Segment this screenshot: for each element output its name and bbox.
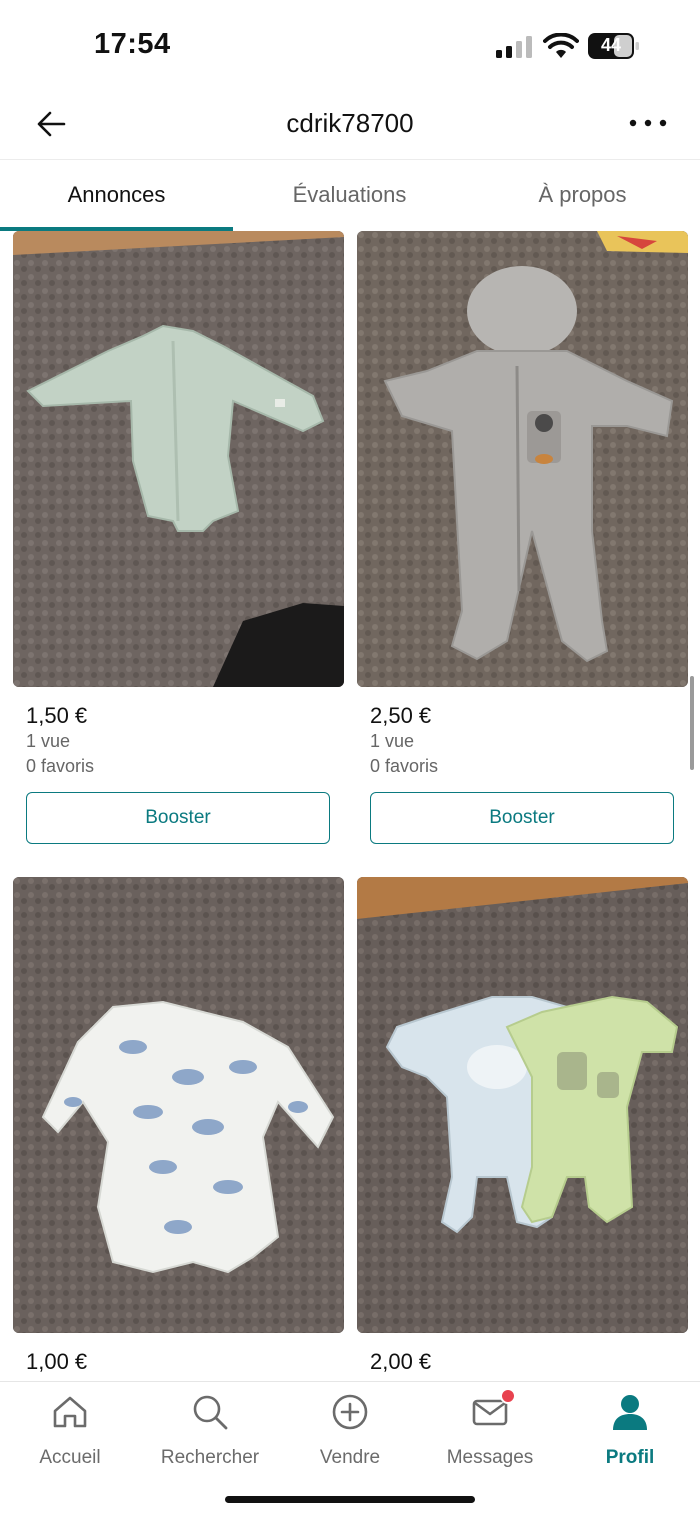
tab-a-propos[interactable]: À propos [466,160,699,232]
nav-label: Accueil [39,1447,101,1468]
sloth-bodysuit-photo [13,877,344,1333]
notification-badge [500,1388,516,1404]
nav-accueil[interactable]: Accueil [0,1392,140,1472]
search-icon [193,1395,228,1430]
wifi-icon [543,33,579,58]
listing-card[interactable]: 2,50 € 1 vue 0 favoris Booster [357,231,688,851]
status-bar: 17:54 44 [0,0,700,90]
nav-label: Rechercher [160,1447,260,1468]
listing-card[interactable]: 1,00 € [13,877,344,1381]
listing-price: 1,00 € [26,1349,88,1374]
nav-vendre[interactable]: Vendre [280,1392,420,1472]
profile-username: cdrik78700 [286,108,414,138]
listing-price: 2,00 € [370,1349,432,1374]
battery-indicator: 44 [588,33,640,59]
mint-bodysuit-photo [13,231,344,687]
listing-price: 1,50 € [26,703,88,728]
nav-label: Vendre [319,1447,381,1468]
listing-photo[interactable] [357,877,688,1333]
nav-label: Messages [446,1447,534,1468]
booster-button[interactable]: Booster [26,792,330,844]
listing-photo[interactable] [13,877,344,1333]
profile-icon [613,1395,647,1430]
nav-messages[interactable]: Messages [420,1388,560,1472]
listing-card[interactable]: 1,50 € 1 vue 0 favoris Booster [13,231,344,851]
listing-card[interactable]: 2,00 € [357,877,688,1381]
listing-photo[interactable] [357,231,688,687]
home-icon [53,1396,87,1428]
booster-button[interactable]: Booster [370,792,674,844]
profile-tabs: Annonces Évaluations À propos [0,160,700,232]
battery-level: 44 [600,35,622,55]
listings-grid: 1,50 € 1 vue 0 favoris Booster 2,50 € 1 … [0,231,700,1381]
nav-profil[interactable]: Profil [560,1392,700,1472]
tab-evaluations[interactable]: Évaluations [233,160,466,232]
more-options-icon[interactable] [628,118,668,128]
grey-pramsuit-photo [357,231,688,687]
nav-label: Profil [605,1447,655,1468]
listing-price: 2,50 € [370,703,432,728]
navigation-bar: cdrik78700 [0,90,700,160]
listing-favorites: 0 favoris [26,756,95,776]
listing-photo[interactable] [13,231,344,687]
listing-favorites: 0 favoris [370,756,439,776]
listing-views: 1 vue [370,731,415,751]
nav-rechercher[interactable]: Rechercher [140,1392,280,1472]
listing-views: 1 vue [26,731,71,751]
status-time: 17:54 [94,28,171,60]
tab-annonces[interactable]: Annonces [0,160,233,232]
home-indicator[interactable] [225,1496,475,1503]
scroll-indicator[interactable] [690,676,694,770]
plus-circle-icon [332,1394,368,1430]
cellular-signal-icon [496,36,532,58]
two-sleepsuits-photo [357,877,688,1333]
